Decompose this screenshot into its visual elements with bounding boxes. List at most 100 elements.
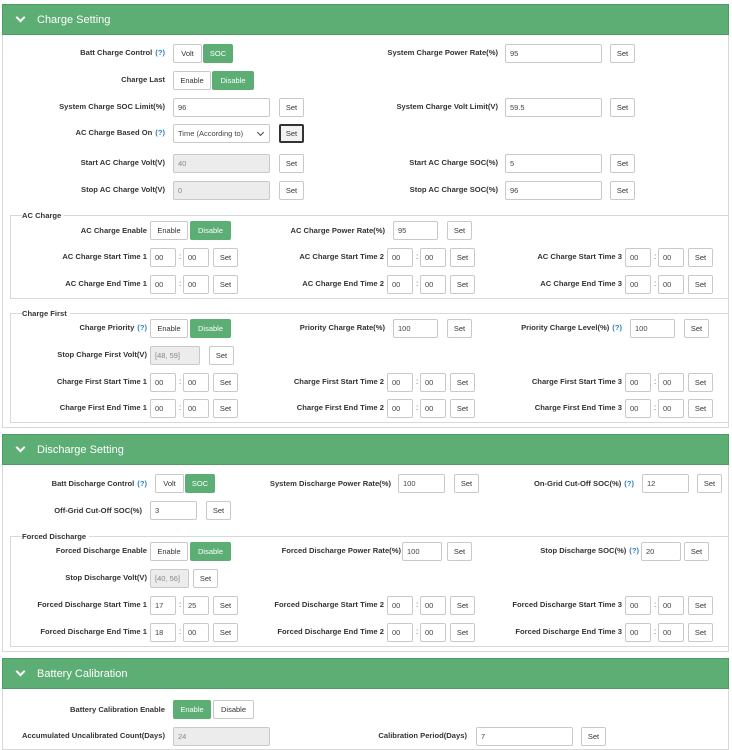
forced-discharge-power-rate-input[interactable]: 100	[402, 542, 442, 561]
ac-charge-start-3-minute[interactable]: 00	[658, 248, 684, 267]
stop-ac-charge-soc-input[interactable]: 96	[505, 181, 602, 200]
battery-calibration-disable-button[interactable]: Disable	[213, 700, 254, 719]
stop-ac-charge-volt-set-button[interactable]: Set	[279, 181, 304, 200]
charge-first-start-3-minute[interactable]: 00	[658, 373, 684, 392]
forced-discharge-power-rate-set-button[interactable]: Set	[447, 542, 472, 561]
start-ac-charge-soc-input[interactable]: 5	[505, 154, 602, 173]
charge-priority-enable-button[interactable]: Enable	[150, 319, 188, 338]
ac-charge-end-3-minute[interactable]: 00	[658, 275, 684, 294]
ac-charge-end-1-hour[interactable]: 00	[150, 275, 176, 294]
forced-discharge-start-3-set-button[interactable]: Set	[688, 596, 713, 615]
forced-discharge-end-1-hour[interactable]: 18	[150, 623, 176, 642]
ac-charge-enable-button[interactable]: Enable	[150, 221, 188, 240]
ac-charge-end-2-hour[interactable]: 00	[387, 275, 413, 294]
batt-charge-soc-button[interactable]: SOC	[203, 44, 233, 63]
ac-charge-start-2-minute[interactable]: 00	[420, 248, 446, 267]
stop-ac-charge-volt-input[interactable]: 0	[173, 181, 270, 200]
forced-discharge-start-1-hour[interactable]: 17	[150, 596, 176, 615]
forced-discharge-end-1-minute[interactable]: 00	[183, 623, 209, 642]
batt-charge-volt-button[interactable]: Volt	[173, 44, 202, 63]
charge-priority-disable-button[interactable]: Disable	[190, 319, 231, 338]
charge-first-end-2-minute[interactable]: 00	[420, 399, 446, 418]
stop-ac-charge-soc-set-button[interactable]: Set	[610, 181, 635, 200]
ac-charge-start-3-set-button[interactable]: Set	[688, 248, 713, 267]
ac-charge-disable-button[interactable]: Disable	[190, 221, 231, 240]
forced-discharge-start-3-minute[interactable]: 00	[658, 596, 684, 615]
sys-charge-soc-limit-input[interactable]: 96	[173, 98, 270, 117]
ac-charge-start-3-hour[interactable]: 00	[625, 248, 651, 267]
ac-charge-end-2-minute[interactable]: 00	[420, 275, 446, 294]
priority-charge-level-input[interactable]: 100	[630, 319, 675, 338]
charge-first-start-2-minute[interactable]: 00	[420, 373, 446, 392]
priority-charge-level-set-button[interactable]: Set	[684, 319, 709, 338]
sys-discharge-power-rate-input[interactable]: 100	[398, 474, 445, 493]
discharge-setting-header[interactable]: Discharge Setting	[2, 434, 729, 465]
start-ac-charge-volt-set-button[interactable]: Set	[279, 154, 304, 173]
charge-setting-header[interactable]: Charge Setting	[2, 4, 729, 35]
charge-first-end-2-set-button[interactable]: Set	[450, 399, 475, 418]
charge-first-end-3-set-button[interactable]: Set	[688, 399, 713, 418]
help-icon[interactable]: (?)	[155, 48, 165, 57]
sys-charge-power-rate-set-button[interactable]: Set	[610, 44, 635, 63]
ac-charge-based-on-set-button[interactable]: Set	[279, 124, 304, 143]
forced-discharge-end-1-set-button[interactable]: Set	[213, 623, 238, 642]
stop-charge-first-volt-set-button[interactable]: Set	[209, 346, 234, 365]
charge-first-end-3-hour[interactable]: 00	[625, 399, 651, 418]
charge-first-start-1-hour[interactable]: 00	[150, 373, 176, 392]
calibration-period-input[interactable]: 7	[476, 727, 573, 746]
forced-discharge-enable-button[interactable]: Enable	[150, 542, 188, 561]
forced-discharge-start-2-minute[interactable]: 00	[420, 596, 446, 615]
charge-first-start-2-set-button[interactable]: Set	[450, 373, 475, 392]
sys-charge-volt-limit-set-button[interactable]: Set	[610, 98, 635, 117]
help-icon[interactable]: (?)	[155, 128, 165, 137]
sys-discharge-power-rate-set-button[interactable]: Set	[454, 474, 479, 493]
charge-first-end-2-hour[interactable]: 00	[387, 399, 413, 418]
help-icon[interactable]: (?)	[137, 479, 147, 488]
charge-first-end-3-minute[interactable]: 00	[658, 399, 684, 418]
off-grid-cutoff-soc-set-button[interactable]: Set	[206, 501, 231, 520]
ac-charge-end-1-minute[interactable]: 00	[183, 275, 209, 294]
priority-charge-rate-set-button[interactable]: Set	[447, 319, 472, 338]
ac-charge-start-2-hour[interactable]: 00	[387, 248, 413, 267]
forced-discharge-end-3-minute[interactable]: 00	[658, 623, 684, 642]
ac-charge-start-1-minute[interactable]: 00	[183, 248, 209, 267]
ac-charge-based-on-select[interactable]: Time (According to)	[173, 124, 270, 143]
forced-discharge-start-2-hour[interactable]: 00	[387, 596, 413, 615]
charge-last-enable-button[interactable]: Enable	[173, 71, 211, 90]
ac-charge-power-rate-input[interactable]: 95	[393, 221, 438, 240]
ac-charge-end-2-set-button[interactable]: Set	[450, 275, 475, 294]
stop-discharge-soc-set-button[interactable]: Set	[684, 542, 709, 561]
ac-charge-power-rate-set-button[interactable]: Set	[447, 221, 472, 240]
stop-discharge-soc-input[interactable]: 20	[641, 542, 681, 561]
charge-first-end-1-hour[interactable]: 00	[150, 399, 176, 418]
charge-first-start-2-hour[interactable]: 00	[387, 373, 413, 392]
sys-charge-soc-limit-set-button[interactable]: Set	[279, 98, 304, 117]
ac-charge-end-3-set-button[interactable]: Set	[688, 275, 713, 294]
calibration-period-set-button[interactable]: Set	[581, 727, 606, 746]
charge-last-disable-button[interactable]: Disable	[212, 71, 254, 90]
accumulated-uncalibrated-count-input[interactable]: 24	[173, 727, 270, 746]
batt-discharge-soc-button[interactable]: SOC	[185, 474, 215, 493]
forced-discharge-start-1-minute[interactable]: 25	[183, 596, 209, 615]
forced-discharge-start-2-set-button[interactable]: Set	[450, 596, 475, 615]
charge-first-end-1-set-button[interactable]: Set	[213, 399, 238, 418]
ac-charge-end-1-set-button[interactable]: Set	[213, 275, 238, 294]
off-grid-cutoff-soc-input[interactable]: 3	[150, 501, 197, 520]
stop-discharge-volt-input[interactable]: [40, 56]	[150, 569, 189, 588]
help-icon[interactable]: (?)	[612, 323, 622, 332]
charge-first-start-3-set-button[interactable]: Set	[688, 373, 713, 392]
help-icon[interactable]: (?)	[137, 323, 147, 332]
battery-calibration-header[interactable]: Battery Calibration	[2, 658, 729, 689]
forced-discharge-start-3-hour[interactable]: 00	[625, 596, 651, 615]
stop-charge-first-volt-input[interactable]: [48, 59]	[150, 346, 200, 365]
charge-first-end-1-minute[interactable]: 00	[183, 399, 209, 418]
help-icon[interactable]: (?)	[629, 546, 639, 555]
help-icon[interactable]: (?)	[624, 479, 634, 488]
sys-charge-volt-limit-input[interactable]: 59.5	[505, 98, 602, 117]
charge-first-start-1-set-button[interactable]: Set	[213, 373, 238, 392]
forced-discharge-end-2-minute[interactable]: 00	[420, 623, 446, 642]
on-grid-cutoff-soc-input[interactable]: 12	[642, 474, 689, 493]
forced-discharge-end-2-hour[interactable]: 00	[387, 623, 413, 642]
priority-charge-rate-input[interactable]: 100	[393, 319, 438, 338]
forced-discharge-end-3-hour[interactable]: 00	[625, 623, 651, 642]
